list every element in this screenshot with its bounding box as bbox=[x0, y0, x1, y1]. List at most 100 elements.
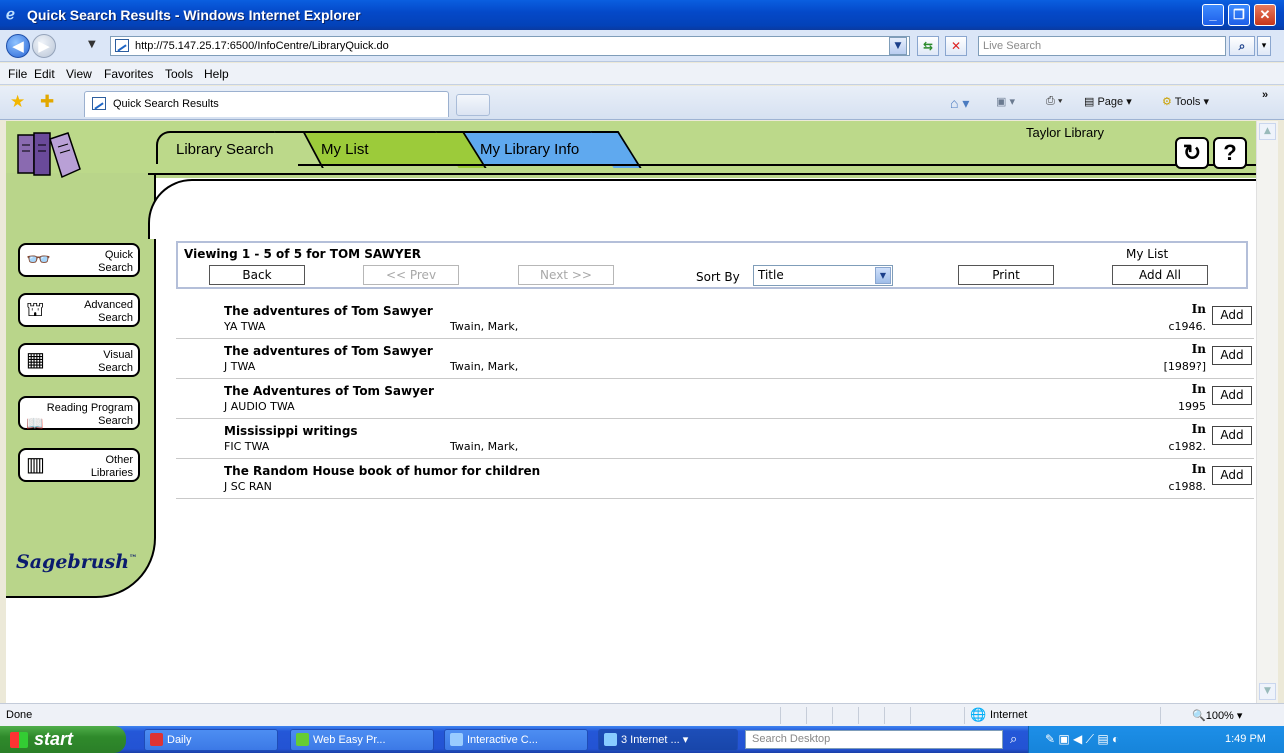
page-menu-button[interactable]: ▤ Page ▾ bbox=[1084, 95, 1132, 108]
result-row: The Random House book of humor for child… bbox=[176, 459, 1254, 499]
ie-logo-icon bbox=[604, 733, 617, 746]
live-search-placeholder: Live Search bbox=[983, 40, 1042, 52]
address-dropdown-button[interactable]: ▼ bbox=[889, 37, 907, 55]
result-row: The Adventures of Tom Sawyer J AUDIO TWA… bbox=[176, 379, 1254, 419]
taskbar-item-internet[interactable]: 3 Internet ... ▾ bbox=[598, 729, 738, 751]
add-to-list-button[interactable]: Add bbox=[1212, 346, 1252, 365]
reading-program-search-button[interactable]: 📖 Reading Program Search bbox=[18, 396, 140, 431]
result-author: Twain, Mark, bbox=[450, 320, 519, 333]
menu-view[interactable]: View bbox=[66, 67, 92, 81]
add-to-list-button[interactable]: Add bbox=[1212, 466, 1252, 485]
prev-button[interactable]: << Prev bbox=[363, 265, 459, 285]
result-title[interactable]: Mississippi writings bbox=[224, 424, 358, 438]
binoculars-icon: 👓 bbox=[26, 249, 51, 271]
visual-search-line2: Search bbox=[98, 362, 133, 374]
address-input[interactable]: http://75.147.25.17:6500/InfoCentre/Libr… bbox=[110, 36, 910, 56]
new-tab-button[interactable] bbox=[456, 94, 490, 116]
result-status: In bbox=[1191, 382, 1206, 396]
minimize-button[interactable]: _ bbox=[1202, 4, 1224, 26]
sagebrush-logo: Sagebrush™ bbox=[16, 551, 138, 573]
forward-nav-button[interactable]: ▶ bbox=[32, 34, 56, 58]
result-author: Twain, Mark, bbox=[450, 440, 519, 453]
result-title[interactable]: The adventures of Tom Sawyer bbox=[224, 344, 433, 358]
chevron-more-icon[interactable]: » bbox=[1262, 89, 1268, 101]
desktop-search-input[interactable]: Search Desktop bbox=[745, 730, 1003, 749]
address-url: http://75.147.25.17:6500/InfoCentre/Libr… bbox=[135, 40, 389, 52]
menu-tools[interactable]: Tools bbox=[165, 67, 193, 81]
result-author: Twain, Mark, bbox=[450, 360, 519, 373]
menu-edit[interactable]: Edit bbox=[34, 67, 55, 81]
status-divider bbox=[832, 707, 833, 724]
scroll-down-icon[interactable]: ▼ bbox=[1259, 683, 1276, 700]
taskbar-item-web-easy[interactable]: Web Easy Pr... bbox=[290, 729, 434, 751]
add-all-button[interactable]: Add All bbox=[1112, 265, 1208, 285]
result-date: c1988. bbox=[1168, 480, 1206, 493]
visual-search-button[interactable]: ▦ Visual Search bbox=[18, 343, 140, 377]
globe-icon: 🌐 bbox=[970, 707, 987, 722]
content-curve bbox=[148, 179, 1256, 239]
menu-bar: File Edit View Favorites Tools Help bbox=[0, 63, 1284, 85]
home-icon[interactable]: ⌂ ▾ bbox=[950, 95, 969, 112]
add-to-list-button[interactable]: Add bbox=[1212, 306, 1252, 325]
taskbar-item-interactive[interactable]: Interactive C... bbox=[444, 729, 588, 751]
building-icon: ▥ bbox=[26, 454, 45, 476]
search-icon[interactable]: ⌕ bbox=[1010, 731, 1017, 747]
other-libraries-button[interactable]: ▥ Other Libraries bbox=[18, 448, 140, 482]
status-divider bbox=[964, 707, 965, 724]
zoom-level[interactable]: 🔍100% ▾ bbox=[1192, 709, 1242, 722]
result-title[interactable]: The Random House book of humor for child… bbox=[224, 464, 540, 478]
add-to-list-button[interactable]: Add bbox=[1212, 426, 1252, 445]
next-button[interactable]: Next >> bbox=[518, 265, 614, 285]
tab-quick-search-results[interactable]: Quick Search Results bbox=[84, 91, 449, 117]
window-title-bar: ℯ Quick Search Results - Windows Interne… bbox=[0, 0, 1284, 30]
menu-help[interactable]: Help bbox=[204, 67, 229, 81]
print-button[interactable]: Print bbox=[958, 265, 1054, 285]
refresh-session-icon[interactable]: ↻ bbox=[1175, 137, 1209, 169]
result-title[interactable]: The adventures of Tom Sawyer bbox=[224, 304, 433, 318]
tab-title: Quick Search Results bbox=[113, 98, 219, 110]
page-icon bbox=[115, 39, 129, 52]
tab-my-library-info-label: My Library Info bbox=[480, 141, 580, 158]
result-status: In bbox=[1191, 342, 1206, 356]
refresh-icon[interactable]: ⇆ bbox=[917, 36, 939, 56]
add-to-list-button[interactable]: Add bbox=[1212, 386, 1252, 405]
close-window-button[interactable]: ✕ bbox=[1254, 4, 1276, 26]
print-icon[interactable]: ⎙ ▾ bbox=[1046, 95, 1062, 108]
page-scrollbar[interactable]: ▲ ▼ bbox=[1256, 121, 1278, 703]
feeds-icon[interactable]: ▣ ▾ bbox=[996, 95, 1015, 108]
maximize-button[interactable]: ❐ bbox=[1228, 4, 1250, 26]
recent-pages-dropdown[interactable]: ▼ bbox=[88, 39, 96, 50]
add-favorite-icon[interactable]: ✚ bbox=[40, 92, 54, 112]
help-icon[interactable]: ? bbox=[1213, 137, 1247, 169]
status-divider bbox=[1160, 707, 1161, 724]
tab-my-list[interactable]: My List bbox=[301, 131, 461, 164]
windows-logo-icon bbox=[10, 732, 28, 748]
quick-search-button[interactable]: 👓 Quick Search bbox=[18, 243, 140, 277]
search-icon[interactable]: ⌕ bbox=[1229, 36, 1255, 56]
reading-program-line1: Reading Program bbox=[46, 402, 133, 414]
result-title[interactable]: The Adventures of Tom Sawyer bbox=[224, 384, 434, 398]
back-button[interactable]: Back bbox=[209, 265, 305, 285]
back-nav-button[interactable]: ◀ bbox=[6, 34, 30, 58]
clock: 1:49 PM bbox=[1225, 733, 1266, 745]
tab-library-search[interactable]: Library Search bbox=[156, 131, 298, 164]
tab-library-search-label: Library Search bbox=[176, 141, 274, 158]
stop-icon[interactable]: ✕ bbox=[945, 36, 967, 56]
tools-menu-button[interactable]: ⚙ Tools ▾ bbox=[1162, 95, 1209, 108]
chevron-down-icon: ▼ bbox=[875, 267, 891, 284]
result-status: In bbox=[1191, 302, 1206, 316]
taskbar-item-label: Web Easy Pr... bbox=[313, 734, 386, 746]
search-options-dropdown[interactable]: ▾ bbox=[1257, 36, 1271, 56]
scroll-up-icon[interactable]: ▲ bbox=[1259, 123, 1276, 140]
tray-icons[interactable]: ✎ ▣ ◀ ⟋ ▤ ◐ bbox=[1045, 732, 1119, 747]
live-search-input[interactable]: Live Search bbox=[978, 36, 1226, 56]
menu-favorites[interactable]: Favorites bbox=[104, 67, 153, 81]
page-icon bbox=[92, 97, 106, 110]
start-button[interactable]: start bbox=[0, 726, 126, 753]
sort-by-select[interactable]: Title ▼ bbox=[753, 265, 893, 286]
advanced-search-line2: Search bbox=[98, 312, 133, 324]
menu-file[interactable]: File bbox=[8, 67, 27, 81]
favorites-star-icon[interactable]: ★ bbox=[10, 92, 25, 112]
taskbar-item-daily[interactable]: Daily bbox=[144, 729, 278, 751]
advanced-search-button[interactable]: ⛫ Advanced Search bbox=[18, 293, 140, 327]
